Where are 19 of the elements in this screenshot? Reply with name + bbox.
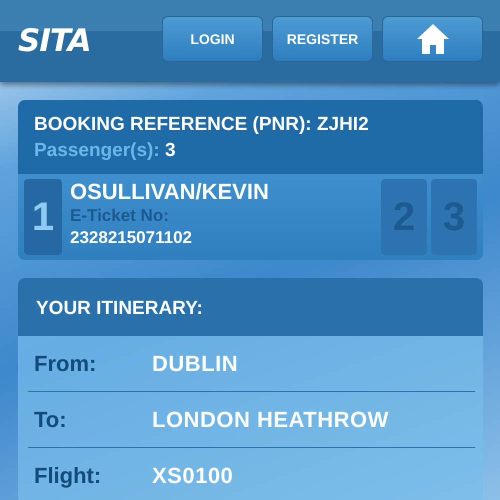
logo: SITA — [18, 23, 92, 59]
row-label: Flight: — [33, 462, 102, 488]
itinerary-title: YOUR ITINERARY: — [18, 278, 483, 336]
header-button[interactable]: LOGIN — [162, 16, 263, 62]
row-label: To: — [33, 406, 68, 432]
passengers-count: 3 — [164, 140, 176, 161]
booking-reference: BOOKING REFERENCE (PNR): ZJHI2 — [34, 114, 370, 136]
header-button[interactable]: REGISTER — [272, 16, 373, 62]
home-button[interactable] — [382, 16, 483, 62]
passenger-name: OSULLIVAN/KEVIN — [70, 179, 270, 205]
row-value: XS0100 — [152, 462, 234, 488]
ticket-label: E-Ticket No: — [70, 206, 170, 226]
row-value: DUBLIN — [152, 350, 238, 376]
passengers-label: Passenger(s): — [34, 140, 160, 161]
passenger-tab[interactable]: 1 — [24, 179, 62, 255]
ticket-number: 2328215071102 — [70, 228, 193, 248]
home-icon — [414, 22, 450, 56]
row-label: From: — [33, 350, 98, 376]
row-value: LONDON HEATHROW — [152, 406, 389, 432]
